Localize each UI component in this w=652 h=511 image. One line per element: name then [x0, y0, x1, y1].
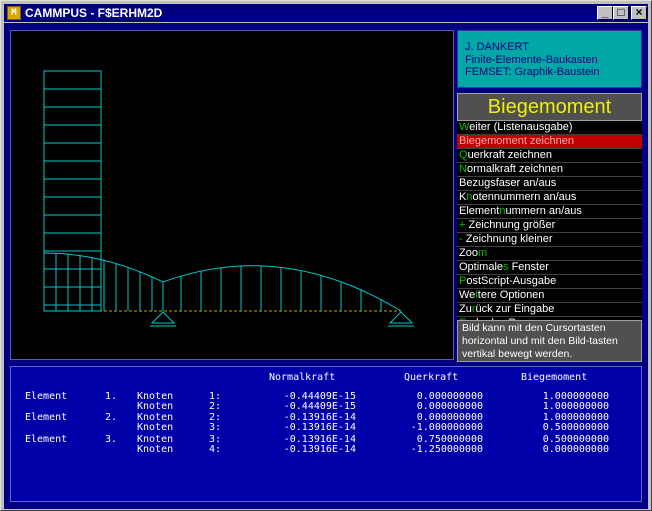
menu-item[interactable]: Querkraft zeichnen [457, 149, 642, 163]
menu-item-label: tere Optionen [477, 289, 545, 301]
column-header: Normalkraft [269, 372, 336, 383]
menu-item-label: ostScript-Ausgabe [466, 275, 557, 287]
node-number: 3: [209, 422, 222, 433]
element-label: Element [25, 434, 68, 445]
bending-moment-value: 0.000000000 [542, 444, 609, 455]
menu-item[interactable]: Bezugsfaser an/aus [457, 177, 642, 191]
menu-item[interactable]: Zurück zur Eingabe [457, 303, 642, 317]
menu-item[interactable]: Knotennummern an/aus [457, 191, 642, 205]
normal-force-value: -0.44409E-15 [283, 401, 356, 412]
menu-item-label: eiter (Listenausgabe) [469, 121, 573, 133]
maximize-button[interactable]: □ [613, 5, 629, 20]
menu-item[interactable]: Zoom [457, 247, 642, 261]
help-text: Bild kann mit den Cursortasten horizonta… [457, 320, 642, 362]
moment-curve [43, 252, 402, 312]
bending-moment-value: 1.000000000 [542, 401, 609, 412]
node-label: Knoten [137, 422, 174, 433]
menu-item-hotkey: W [459, 121, 470, 133]
menu-item-label: Bezugsfaser an/aus [459, 177, 557, 189]
element-number: 2. [105, 412, 118, 423]
author-line: J. DANKERT [465, 41, 529, 53]
minimize-icon: _ [601, 5, 609, 19]
menu-item[interactable]: Biegemoment zeichnen [457, 135, 642, 149]
menu-item-prefix: Element [459, 205, 500, 217]
minimize-button[interactable]: _ [597, 5, 613, 20]
info-box: J. DANKERT Finite-Elemente-Baukasten FEM… [457, 30, 642, 88]
column-header: Biegemoment [521, 372, 588, 383]
menu-item-prefix: We [459, 289, 476, 301]
menu-item-label: Fenster [508, 261, 549, 273]
menu-item-hotkey: m [477, 247, 488, 259]
module-line: FEMSET: Graphik-Baustein [465, 66, 600, 78]
node-label: Knoten [137, 444, 174, 455]
close-button[interactable]: × [631, 5, 647, 20]
menu-item[interactable]: Optimales Fenster [457, 261, 642, 275]
command-menu: Weiter (Listenausgabe) Biegemoment zeichn… [457, 121, 642, 331]
shear-force-value: -1.000000000 [410, 422, 483, 433]
menu-item-prefix: Zoo [459, 247, 478, 259]
shear-force-value: -1.250000000 [410, 444, 483, 455]
menu-item-hotkey: N [459, 163, 467, 175]
element-label: Element [25, 391, 68, 402]
menu-item-label: ück zur Eingabe [475, 303, 555, 315]
menu-item[interactable]: Weiter (Listenausgabe) [457, 121, 642, 135]
element-label: Element [25, 412, 68, 423]
menu-item-label: ormalkraft zeichnen [466, 163, 563, 175]
menu-item[interactable]: Elementnummern an/aus [457, 205, 642, 219]
product-line: Finite-Elemente-Baukasten [465, 54, 598, 66]
drawing-canvas[interactable] [10, 30, 454, 360]
menu-item-prefix: Optimale [459, 261, 504, 273]
menu-item-prefix: Zu [459, 303, 472, 315]
menu-item-label: otennummern an/aus [472, 191, 577, 203]
app-icon[interactable]: M [7, 6, 21, 20]
maximize-icon: □ [617, 5, 625, 19]
column-header: Querkraft [404, 372, 459, 383]
menu-item-label: uerkraft zeichnen [467, 149, 552, 161]
node-number: 4: [209, 444, 222, 455]
window-title: CAMMPUS - F$ERHM2D [25, 6, 163, 20]
support-node-3 [150, 311, 176, 324]
normal-force-value: -0.13916E-14 [283, 422, 356, 433]
title-bar[interactable]: M CAMMPUS - F$ERHM2D _ □ × [4, 4, 648, 22]
node-number: 2: [209, 401, 222, 412]
node-label: Knoten [137, 401, 174, 412]
support-node-4 [388, 311, 414, 324]
menu-item-label: Zeichnung kleiner [462, 233, 553, 245]
menu-item-label: Zeichnung größer [465, 219, 556, 231]
bending-moment-value: 0.500000000 [542, 422, 609, 433]
menu-item[interactable]: + Zeichnung größer [457, 219, 642, 233]
menu-item[interactable]: Normalkraft zeichnen [457, 163, 642, 177]
menu-item-label: ummern an/aus [505, 205, 582, 217]
close-icon: × [635, 5, 643, 19]
shear-force-value: 0.000000000 [416, 401, 483, 412]
normal-force-value: -0.13916E-14 [283, 444, 356, 455]
menu-item[interactable]: PostScript-Ausgabe [457, 275, 642, 289]
menu-item-label: Biegemoment zeichnen [459, 135, 574, 147]
menu-item[interactable]: - Zeichnung kleiner [457, 233, 642, 247]
menu-item[interactable]: Weitere Optionen [457, 289, 642, 303]
diagram-heading: Biegemoment [457, 93, 642, 121]
results-table: Normalkraft Querkraft Biegemoment Element 1.… [10, 366, 642, 502]
element-number: 3. [105, 434, 118, 445]
element-number: 1. [105, 391, 118, 402]
bending-moment-plot [43, 70, 414, 327]
menu-item-hotkey: Q [459, 149, 468, 161]
